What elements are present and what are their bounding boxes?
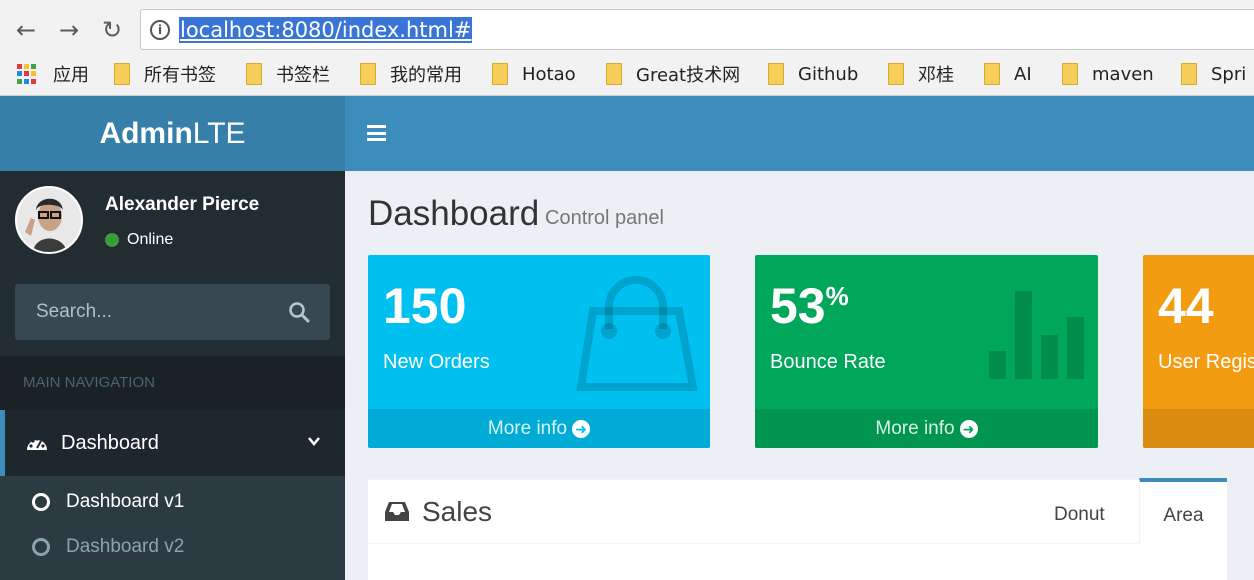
logo-light-text: LTE — [192, 116, 246, 150]
box-value: 44 — [1158, 278, 1214, 334]
bookmark-folder[interactable]: 书签栏 — [246, 61, 330, 87]
arrow-circle-right-icon: ➜ — [959, 419, 978, 438]
top-navbar — [345, 96, 1254, 171]
sidebar-item-label: Dashboard — [61, 431, 159, 454]
folder-icon — [492, 63, 508, 85]
folder-icon — [888, 63, 904, 85]
avatar — [15, 186, 83, 254]
info-box-new-orders: 150 New Orders More info ➜ — [368, 255, 710, 448]
folder-icon — [360, 63, 376, 85]
inbox-icon — [385, 502, 409, 521]
folder-icon — [1181, 63, 1197, 85]
box-label: New Orders — [383, 351, 490, 373]
folder-icon — [114, 63, 130, 85]
box-label: User Regis — [1158, 351, 1254, 373]
sales-title: Sales — [422, 496, 493, 527]
bar-chart-icon — [989, 291, 1084, 379]
more-info-label: More info — [875, 417, 955, 439]
dashboard-submenu: Dashboard v1 Dashboard v2 — [0, 476, 345, 580]
bookmark-folder[interactable]: maven — [1062, 61, 1154, 87]
bookmark-folder[interactable]: Github — [768, 61, 858, 87]
bookmark-folder[interactable]: Great技术网 — [606, 61, 740, 87]
chevron-down-icon[interactable] — [307, 434, 321, 448]
sidebar-search — [15, 284, 330, 340]
box-label: Bounce Rate — [770, 351, 886, 373]
bookmark-folder[interactable]: Spri — [1181, 61, 1246, 87]
bookmark-label: Github — [798, 63, 859, 85]
info-box-user-registrations: 44 User Regis — [1143, 255, 1254, 448]
more-info-link[interactable] — [1143, 409, 1254, 448]
submenu-item-dashboard-v2[interactable]: Dashboard v2 — [0, 525, 345, 569]
page-subtitle: Control panel — [545, 207, 664, 229]
box-value: 53% — [770, 278, 849, 334]
nav-section-header: MAIN NAVIGATION — [0, 356, 345, 410]
bookmark-folder[interactable]: 所有书签 — [114, 61, 216, 87]
sidebar-item-dashboard[interactable]: Dashboard — [0, 410, 345, 476]
submenu-label: Dashboard v2 — [66, 536, 185, 557]
reload-icon[interactable]: ↻ — [96, 14, 128, 46]
folder-icon — [246, 63, 262, 85]
folder-icon — [984, 63, 1000, 85]
submenu-item-dashboard-v1[interactable]: Dashboard v1 — [0, 480, 345, 524]
online-status-icon — [105, 233, 119, 247]
search-icon[interactable] — [288, 301, 310, 323]
folder-icon — [606, 63, 622, 85]
bookmark-label: 我的常用 — [390, 65, 462, 86]
folder-icon — [1062, 63, 1078, 85]
dashboard-gauge-icon — [27, 437, 47, 450]
submenu-label: Dashboard v1 — [66, 491, 185, 512]
more-info-link[interactable]: More info ➜ — [755, 409, 1098, 448]
bookmark-folder[interactable]: 我的常用 — [360, 61, 462, 87]
forward-icon[interactable]: → — [53, 14, 85, 46]
bookmark-label: maven — [1092, 63, 1154, 85]
bookmark-apps[interactable]: 应用 — [17, 61, 89, 87]
user-name: Alexander Pierce — [105, 194, 260, 215]
bookmark-label: 所有书签 — [144, 65, 216, 86]
sidebar: Alexander Pierce Online MAIN NAVIGATION … — [0, 171, 345, 580]
sidebar-toggle-icon[interactable] — [367, 125, 386, 141]
bookmark-label: Spri — [1211, 63, 1247, 85]
page-title: Dashboard — [368, 194, 540, 233]
bookmarks-bar: 应用 所有书签 书签栏 我的常用 Hotao Great技术网 Github 邓… — [0, 57, 1254, 91]
circle-icon — [32, 538, 50, 556]
tab-area[interactable]: Area — [1139, 478, 1227, 544]
more-info-label: More info — [487, 417, 568, 439]
user-status[interactable]: Online — [105, 231, 173, 249]
back-icon[interactable]: ← — [10, 14, 42, 46]
bookmark-label: 书签栏 — [276, 65, 330, 86]
url-text[interactable]: localhost:8080/index.html# — [179, 17, 473, 43]
info-icon[interactable]: i — [150, 20, 170, 40]
arrow-circle-right-icon: ➜ — [572, 419, 591, 438]
bookmark-folder[interactable]: 邓桂 — [888, 61, 954, 87]
address-bar[interactable]: i localhost:8080/index.html# — [140, 9, 1254, 50]
box-value: 150 — [383, 278, 467, 334]
bookmark-label: Hotao — [522, 63, 576, 85]
more-info-link[interactable]: More info ➜ — [368, 409, 710, 448]
logo-bold-text: Admin — [99, 116, 193, 150]
shopping-bag-icon — [576, 276, 698, 391]
apps-grid-icon — [17, 64, 37, 84]
search-input[interactable] — [15, 284, 275, 340]
status-label: Online — [127, 231, 174, 248]
folder-icon — [768, 63, 784, 85]
tab-donut[interactable]: Donut — [1054, 504, 1105, 526]
browser-toolbar: ← → ↻ i localhost:8080/index.html# 应用 所有… — [0, 0, 1254, 96]
bookmark-label: AI — [1014, 63, 1032, 85]
bookmark-label: Great技术网 — [636, 65, 741, 86]
bookmark-folder[interactable]: Hotao — [492, 61, 576, 87]
bookmark-label: 应用 — [53, 65, 89, 86]
sales-panel-header: Sales Donut Area — [368, 478, 1227, 544]
sales-panel: Sales Donut Area — [368, 478, 1227, 580]
info-box-bounce-rate: 53% Bounce Rate More info ➜ — [755, 255, 1098, 448]
bookmark-folder[interactable]: AI — [984, 61, 1032, 87]
bookmark-label: 邓桂 — [918, 65, 954, 86]
app-logo[interactable]: Admin LTE — [0, 96, 345, 171]
circle-icon — [32, 493, 50, 511]
